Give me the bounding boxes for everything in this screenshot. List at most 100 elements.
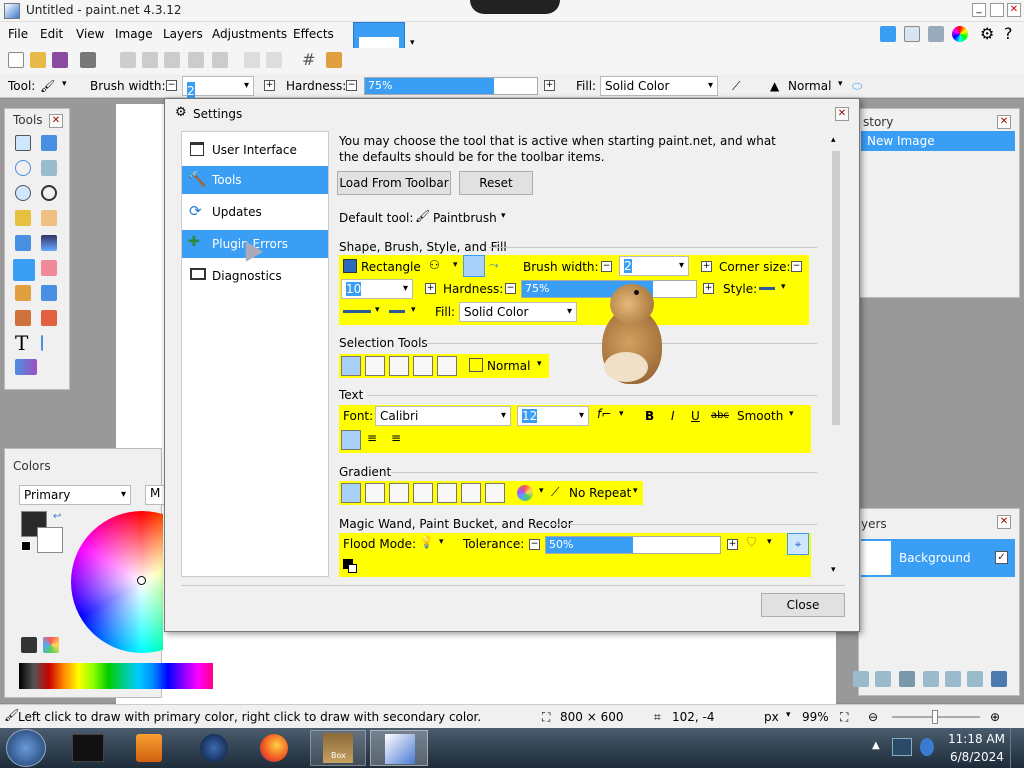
tools-window-icon[interactable] — [880, 26, 896, 42]
zoom-in-icon[interactable]: ⊕ — [990, 710, 1000, 724]
underline-button[interactable]: U — [691, 409, 700, 423]
chevron-down-icon[interactable]: ▾ — [439, 537, 444, 547]
default-tool-select[interactable]: Paintbrush — [433, 211, 497, 225]
cut-icon[interactable] — [120, 52, 136, 68]
chevron-down-icon[interactable]: ▾ — [781, 282, 786, 292]
diamond-gradient-icon[interactable] — [389, 483, 409, 503]
help-icon[interactable]: ? — [1004, 24, 1013, 43]
terminal-icon[interactable] — [72, 734, 104, 762]
curve-alt-icon[interactable]: ⤳ — [489, 258, 499, 273]
crop-icon[interactable] — [188, 52, 204, 68]
nav-diagnostics[interactable]: Diagnostics — [182, 262, 328, 290]
align-left-icon[interactable] — [341, 430, 361, 450]
repeat-mode-select[interactable]: No Repeat — [569, 486, 631, 500]
selection-mode-select[interactable]: Normal — [487, 359, 530, 373]
ruler-icon[interactable] — [326, 52, 342, 68]
new-icon[interactable] — [8, 52, 24, 68]
antialias-select[interactable]: Smooth — [737, 409, 783, 423]
invert-mode-icon[interactable] — [437, 356, 457, 376]
pencil-icon[interactable] — [15, 285, 31, 301]
hardness-slider[interactable]: 75% — [364, 77, 538, 95]
zoom-out-icon[interactable]: ⊖ — [868, 710, 878, 724]
conical-gradient-icon[interactable] — [437, 483, 457, 503]
close-button[interactable]: Close — [761, 593, 845, 617]
duplicate-layer-icon[interactable] — [899, 671, 915, 687]
clone-stamp-icon[interactable] — [15, 310, 31, 326]
plus-icon[interactable]: + — [703, 283, 714, 294]
chevron-down-icon[interactable]: ▾ — [619, 409, 624, 419]
chevron-down-icon[interactable]: ▾ — [411, 305, 416, 315]
replace-mode-icon[interactable] — [341, 356, 361, 376]
rectangle-shape-icon[interactable] — [343, 259, 357, 273]
lasso-icon[interactable] — [15, 160, 31, 176]
taskbar-box-app[interactable]: Box — [310, 730, 366, 766]
more-button[interactable]: M — [145, 485, 165, 505]
add-layer-icon[interactable] — [853, 671, 869, 687]
layer-down-icon[interactable] — [967, 671, 983, 687]
deselect-icon[interactable] — [212, 52, 228, 68]
minus-icon[interactable]: − — [346, 80, 357, 91]
align-center-icon[interactable]: ≡ — [367, 431, 377, 445]
recolor-icon[interactable] — [41, 310, 57, 326]
copy-icon[interactable] — [142, 52, 158, 68]
layer-row[interactable]: Background ✓ — [861, 539, 1015, 577]
antialias-icon[interactable]: ⟋ — [732, 79, 740, 94]
paint-bucket-icon[interactable] — [15, 235, 31, 251]
shapes-icon[interactable] — [15, 359, 37, 375]
layers-window-icon[interactable] — [928, 26, 944, 42]
firefox-icon[interactable] — [260, 734, 288, 762]
curve-icon[interactable] — [463, 255, 485, 277]
brush-width-input[interactable]: 2 — [619, 256, 689, 276]
sampling-image-icon[interactable] — [348, 564, 357, 573]
gear-icon[interactable]: ⚙ — [980, 24, 994, 43]
history-item[interactable]: New Image — [861, 131, 1015, 151]
media-player-icon[interactable] — [136, 734, 162, 762]
color-picker-icon[interactable] — [41, 285, 57, 301]
nav-tools[interactable]: 🔨 Tools — [182, 166, 328, 194]
swap-colors-icon[interactable]: ↩ — [53, 511, 61, 522]
show-desktop-button[interactable] — [1010, 728, 1024, 768]
reflected-gradient-icon[interactable] — [365, 483, 385, 503]
fill-select[interactable]: Solid Color — [600, 76, 718, 96]
exclude-mode-icon[interactable] — [389, 356, 409, 376]
spiral-cw-gradient-icon[interactable] — [461, 483, 481, 503]
taskbar-paintnet-app[interactable] — [370, 730, 428, 766]
font-select[interactable]: Calibri — [375, 406, 511, 426]
open-icon[interactable] — [30, 52, 46, 68]
italic-button[interactable]: I — [671, 409, 675, 423]
close-icon[interactable]: ✕ — [49, 114, 63, 128]
clock-time[interactable]: 11:18 AM — [948, 732, 1005, 746]
grid-icon[interactable]: # — [302, 50, 315, 69]
chevron-down-icon[interactable]: ▾ — [633, 486, 638, 496]
cap-style-icon[interactable] — [389, 310, 405, 313]
color-palette[interactable] — [19, 663, 213, 689]
plus-icon[interactable]: + — [544, 80, 555, 91]
sampling-icon[interactable]: ⛉ — [747, 535, 756, 550]
brush-width-input[interactable]: 2 — [182, 76, 254, 100]
corner-size-input[interactable]: 10 — [341, 279, 413, 299]
reset-button[interactable]: Reset — [459, 171, 533, 195]
close-icon[interactable]: ✕ — [997, 515, 1011, 529]
repeat-mode-icon[interactable]: ⟋ — [551, 485, 559, 500]
minus-icon[interactable]: − — [166, 80, 177, 91]
layer-visible-checkbox[interactable]: ✓ — [995, 551, 1008, 564]
selection-quality-icon[interactable] — [469, 358, 483, 372]
colors-window-icon[interactable] — [952, 26, 968, 42]
chevron-down-icon[interactable]: ▾ — [501, 211, 506, 221]
rendering-mode-icon[interactable]: f⌐ — [597, 407, 611, 421]
plus-icon[interactable]: + — [701, 261, 712, 272]
chevron-down-icon[interactable]: ▾ — [375, 305, 380, 315]
close-window-button[interactable]: ✕ — [1007, 3, 1021, 17]
chevron-down-icon[interactable]: ▾ — [838, 79, 843, 89]
menu-edit[interactable]: Edit — [40, 27, 63, 41]
menu-image[interactable]: Image — [115, 27, 153, 41]
shape-select[interactable]: Rectangle — [361, 260, 421, 274]
nav-user-interface[interactable]: User Interface — [182, 136, 328, 164]
text-icon[interactable]: T — [15, 331, 28, 355]
minus-icon[interactable]: − — [601, 261, 612, 272]
selection-mode-icon[interactable]: ⬭ — [852, 79, 862, 94]
paintbrush-icon[interactable]: 🖌 — [40, 79, 55, 93]
color-wheel-cursor[interactable] — [137, 576, 146, 585]
close-icon[interactable]: ✕ — [997, 115, 1011, 129]
minimize-button[interactable]: _ — [972, 3, 986, 17]
